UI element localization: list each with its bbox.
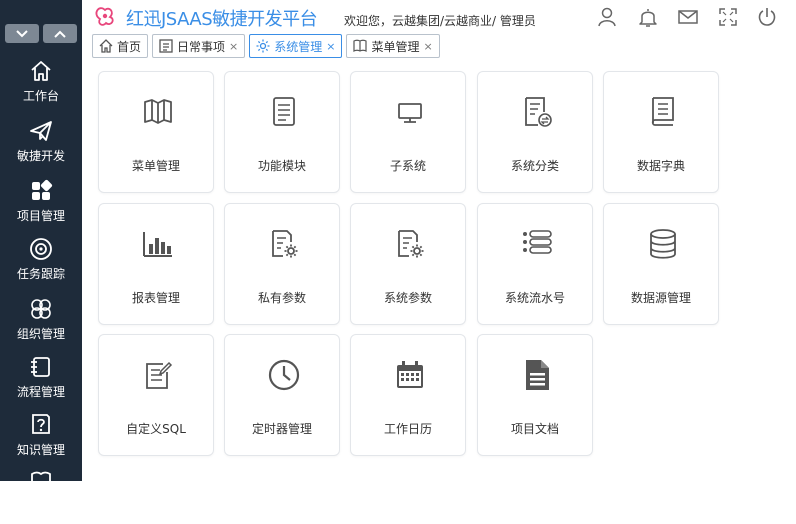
dictionary-icon <box>651 97 674 126</box>
tab-system-management[interactable]: 系统管理 × <box>249 34 343 58</box>
sidebar-item-label: 任务跟踪 <box>16 267 65 281</box>
gear-icon <box>256 39 270 53</box>
clock-icon <box>268 359 300 391</box>
close-icon[interactable]: × <box>229 40 238 53</box>
collapse-up-button[interactable] <box>43 24 77 43</box>
module-card-work-calendar[interactable]: 工作日历 <box>350 334 466 456</box>
calendar-icon <box>397 361 423 388</box>
module-card-menu[interactable]: 菜单管理 <box>98 71 214 193</box>
module-card-custom-sql[interactable]: 自定义SQL <box>98 334 214 456</box>
sidebar: 工作台 敏捷开发 项目管理 任务跟踪 组织管理 流程管理 知识管理 <box>0 0 82 490</box>
module-label: 数据字典 <box>636 159 685 173</box>
power-icon[interactable] <box>756 6 778 28</box>
doc-swap-icon <box>525 97 552 127</box>
tab-label: 首页 <box>117 39 142 54</box>
tab-menu-management[interactable]: 菜单管理 × <box>346 34 440 58</box>
tab-daily-items[interactable]: 日常事项 × <box>152 34 246 58</box>
grid-icon <box>32 179 53 200</box>
user-icon[interactable] <box>596 6 618 28</box>
home-icon <box>31 61 51 81</box>
bell-icon[interactable] <box>637 6 659 28</box>
sidebar-item-label: 知识管理 <box>16 443 65 457</box>
module-card-private-params[interactable]: 私有参数 <box>224 203 340 325</box>
sidebar-item-label: 组织管理 <box>16 327 65 341</box>
module-label: 自定义SQL <box>126 422 186 436</box>
book-icon <box>31 471 51 490</box>
module-grid: 菜单管理 功能模块 子系统 系统分类 数据字典 报表管理 私有参数 系统参数 系… <box>82 60 796 481</box>
target-icon <box>30 238 52 260</box>
chevron-up-icon <box>54 30 66 38</box>
tab-label: 日常事项 <box>177 39 226 54</box>
paper-plane-icon <box>30 121 52 141</box>
sidebar-item-tasks[interactable]: 任务跟踪 <box>0 236 82 292</box>
module-label: 子系统 <box>389 159 426 173</box>
sidebar-item-workbench[interactable]: 工作台 <box>0 58 82 114</box>
tab-bar: 首页 日常事项 × 系统管理 × 菜单管理 × <box>92 34 440 58</box>
doc-gear-icon <box>272 230 298 258</box>
module-label: 系统参数 <box>383 291 432 305</box>
module-card-system-category[interactable]: 系统分类 <box>477 71 593 193</box>
close-icon[interactable]: × <box>326 40 335 53</box>
welcome-text: 欢迎您，云越集团/云越商业/ 管理员 <box>344 14 536 28</box>
sidebar-item-agile-dev[interactable]: 敏捷开发 <box>0 118 82 174</box>
module-card-data-dictionary[interactable]: 数据字典 <box>603 71 719 193</box>
module-label: 私有参数 <box>257 291 306 305</box>
home-icon <box>99 39 113 53</box>
module-label: 数据源管理 <box>630 291 691 305</box>
module-card-subsystem[interactable]: 子系统 <box>350 71 466 193</box>
collapse-down-button[interactable] <box>5 24 39 43</box>
book-icon <box>353 39 368 52</box>
module-label: 功能模块 <box>257 159 306 173</box>
sidebar-toggles <box>5 24 77 43</box>
doc-gear-icon <box>398 230 424 258</box>
module-card-timer[interactable]: 定时器管理 <box>224 334 340 456</box>
sidebar-item-more[interactable] <box>0 468 82 524</box>
mail-icon[interactable] <box>677 6 699 28</box>
sidebar-item-organization[interactable]: 组织管理 <box>0 296 82 352</box>
tab-label: 菜单管理 <box>371 39 420 54</box>
sidebar-item-projects[interactable]: 项目管理 <box>0 178 82 234</box>
module-card-serial-number[interactable]: 系统流水号 <box>477 203 593 325</box>
file-text-icon <box>526 360 549 390</box>
database-icon <box>650 229 676 259</box>
app-title: 红迅JSAAS敏捷开发平台 <box>126 9 318 30</box>
module-card-project-docs[interactable]: 项目文档 <box>477 334 593 456</box>
logo-icon <box>95 7 114 26</box>
module-card-function[interactable]: 功能模块 <box>224 71 340 193</box>
tab-home[interactable]: 首页 <box>92 34 149 58</box>
sidebar-item-knowledge[interactable]: 知识管理 <box>0 412 82 468</box>
fullscreen-icon[interactable] <box>717 6 739 28</box>
module-card-reports[interactable]: 报表管理 <box>98 203 214 325</box>
chevron-down-icon <box>16 29 28 37</box>
close-icon[interactable]: × <box>424 40 433 53</box>
sidebar-item-label: 项目管理 <box>16 209 65 223</box>
module-label: 报表管理 <box>131 291 180 305</box>
edit-doc-icon <box>146 361 173 389</box>
monitor-icon <box>398 103 422 123</box>
module-label: 项目文档 <box>510 422 559 436</box>
tab-label: 系统管理 <box>274 39 323 54</box>
module-label: 系统分类 <box>510 159 559 173</box>
list-icon <box>159 39 173 53</box>
module-label: 工作日历 <box>383 422 432 436</box>
flow-doc-icon <box>31 357 50 377</box>
list-lines-icon <box>523 230 552 254</box>
document-icon <box>273 97 295 126</box>
module-card-system-params[interactable]: 系统参数 <box>350 203 466 325</box>
open-book-icon <box>144 99 172 124</box>
sidebar-item-label: 敏捷开发 <box>16 149 65 163</box>
module-label: 定时器管理 <box>251 422 312 436</box>
module-label: 菜单管理 <box>131 159 180 173</box>
bar-chart-icon <box>143 232 172 257</box>
sidebar-item-workflow[interactable]: 流程管理 <box>0 354 82 410</box>
question-doc-icon <box>32 414 50 434</box>
circles-icon <box>31 299 51 319</box>
module-label: 系统流水号 <box>504 291 565 305</box>
sidebar-item-label: 工作台 <box>22 89 59 103</box>
module-card-datasource[interactable]: 数据源管理 <box>603 203 719 325</box>
sidebar-item-label: 流程管理 <box>16 385 65 399</box>
